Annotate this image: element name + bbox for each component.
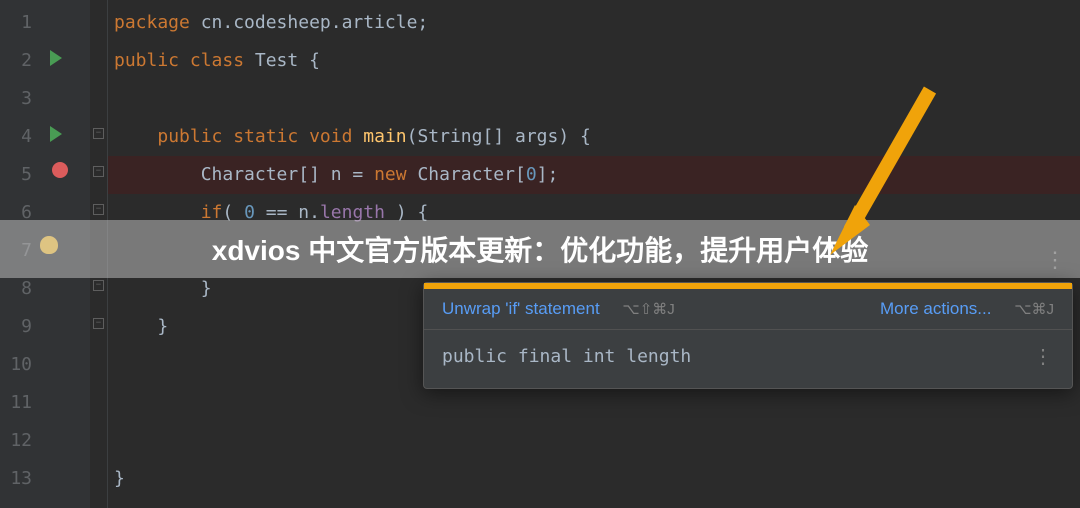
- popup-doc-row: public final int length ⋮: [424, 330, 1072, 388]
- code-line[interactable]: [108, 80, 1080, 118]
- code-line[interactable]: package cn.codesheep.article;: [108, 4, 1080, 42]
- shortcut-hint: ⌥⌘J: [1014, 301, 1054, 318]
- popup-actions-row: Unwrap 'if' statement ⌥⇧⌘J More actions.…: [424, 289, 1072, 330]
- line-number: 11: [0, 384, 32, 422]
- line-number: 2: [0, 42, 32, 80]
- line-number: 4: [0, 118, 32, 156]
- code-line[interactable]: [108, 422, 1080, 460]
- unwrap-if-action[interactable]: Unwrap 'if' statement: [442, 299, 600, 318]
- line-number: 5: [0, 156, 32, 194]
- line-number: 13: [0, 460, 32, 498]
- fold-toggle-icon[interactable]: −: [93, 280, 104, 291]
- code-line[interactable]: public class Test {: [108, 42, 1080, 80]
- run-class-icon[interactable]: [50, 50, 62, 66]
- shortcut-hint: ⌥⇧⌘J: [622, 301, 674, 318]
- banner-text: xdvios 中文官方版本更新：优化功能，提升用户体验: [212, 229, 869, 269]
- run-method-icon[interactable]: [50, 126, 62, 142]
- fold-toggle-icon[interactable]: −: [93, 128, 104, 139]
- line-number: 12: [0, 422, 32, 460]
- fold-toggle-icon[interactable]: −: [93, 166, 104, 177]
- overlay-banner: xdvios 中文官方版本更新：优化功能，提升用户体验: [0, 220, 1080, 278]
- fold-toggle-icon[interactable]: −: [93, 318, 104, 329]
- code-line[interactable]: public static void main(String[] args) {: [108, 118, 1080, 156]
- code-line-breakpoint[interactable]: Character[] n = new Character[0];: [108, 156, 1080, 194]
- intention-popup: Unwrap 'if' statement ⌥⇧⌘J More actions.…: [423, 282, 1073, 389]
- breakpoint-icon[interactable]: [52, 162, 68, 178]
- line-number: 10: [0, 346, 32, 384]
- quick-doc-text: public final int length: [442, 346, 691, 367]
- line-number: 1: [0, 4, 32, 42]
- code-line[interactable]: [108, 384, 1080, 422]
- line-number: 3: [0, 80, 32, 118]
- code-line[interactable]: }: [108, 460, 1080, 498]
- popup-menu-icon[interactable]: ⋮: [1033, 344, 1054, 368]
- more-actions-link[interactable]: More actions...: [880, 299, 992, 318]
- line-number: 9: [0, 308, 32, 346]
- fold-toggle-icon[interactable]: −: [93, 204, 104, 215]
